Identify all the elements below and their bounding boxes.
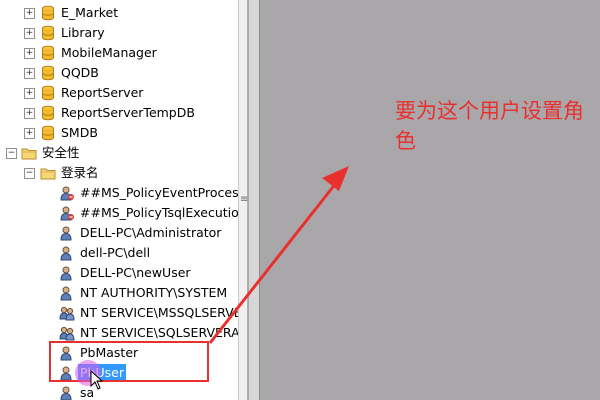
annotation-arrow <box>208 166 349 344</box>
annotation-highlight-box <box>49 341 209 382</box>
mouse-cursor-icon <box>90 370 104 390</box>
